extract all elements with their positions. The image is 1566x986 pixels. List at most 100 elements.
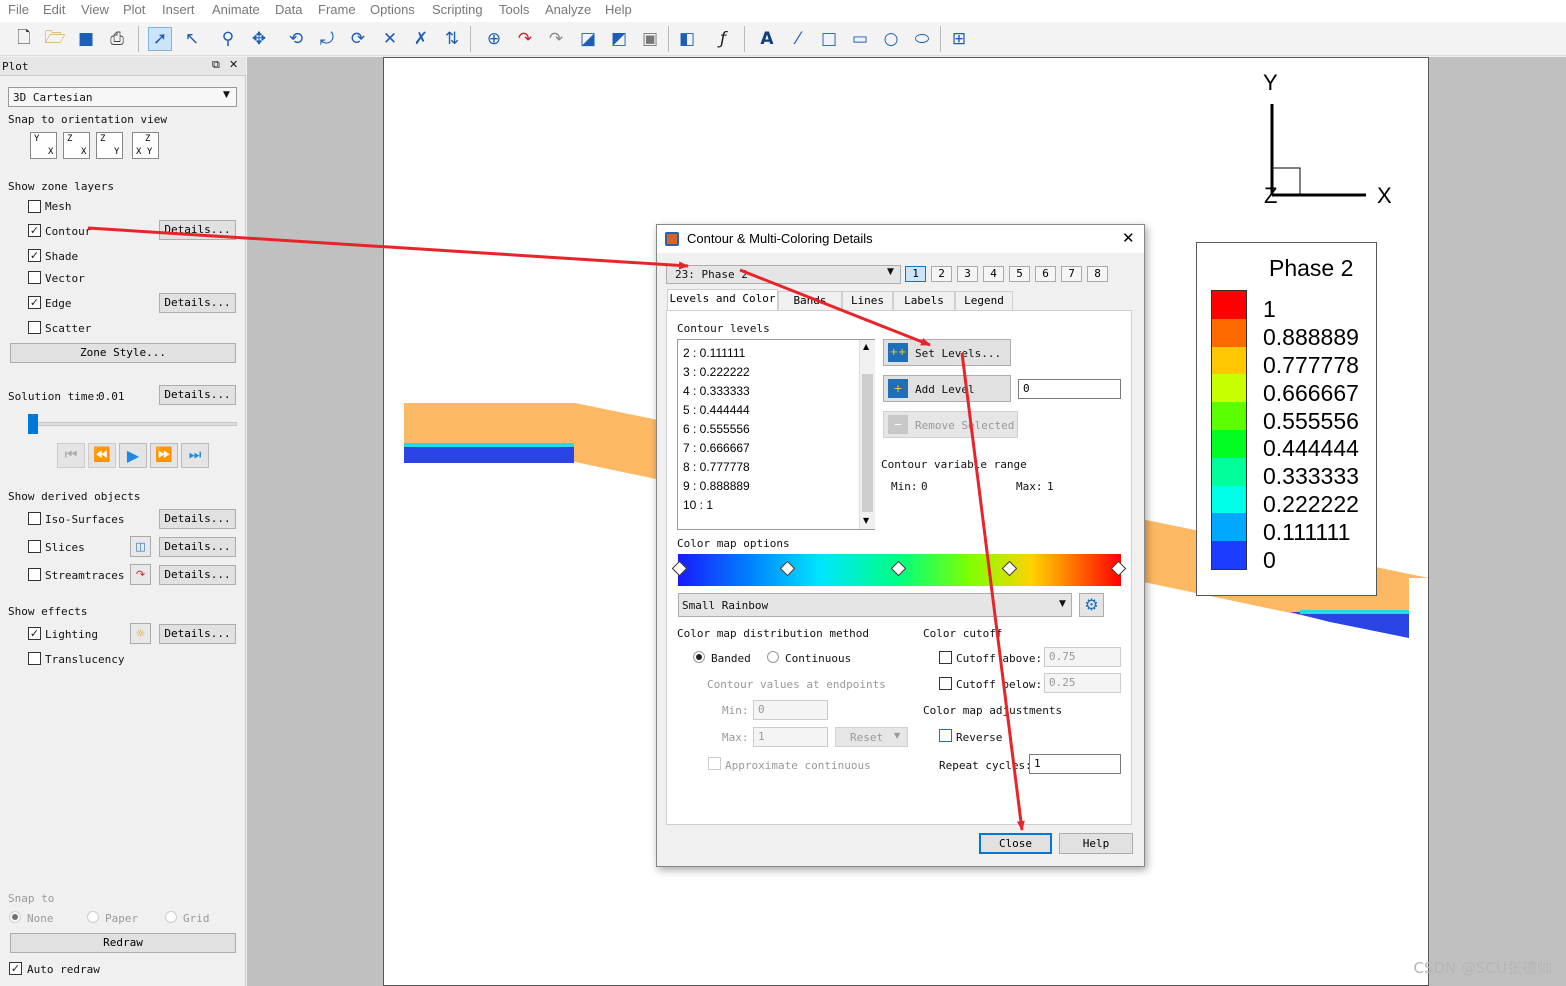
- cutoff-above-label: Cutoff above:: [956, 652, 1043, 665]
- contour-levels-label: Contour levels: [677, 322, 770, 335]
- legend-swatch: [1212, 374, 1246, 403]
- approximate-label: Approximate continuous: [725, 759, 871, 772]
- approximate-checkbox[interactable]: [708, 757, 721, 770]
- low-phase-region: [404, 447, 574, 463]
- x-axis-label: X: [1377, 183, 1392, 208]
- cutoff-below-checkbox[interactable]: [939, 677, 952, 690]
- tab-levels-and-color[interactable]: Levels and Color: [667, 289, 778, 311]
- min-label: Min:: [722, 704, 749, 717]
- group-tab-8[interactable]: 8: [1087, 266, 1108, 282]
- contour-details-dialog: Contour & Multi-Coloring Details ✕ 23: P…: [656, 224, 1145, 867]
- tab-content: Contour levels ▲ ▼ 2 : 0.111111 3 : 0.22…: [666, 310, 1132, 825]
- range-max-value: 1: [1047, 480, 1054, 493]
- continuous-radio[interactable]: [767, 651, 779, 663]
- set-levels-button[interactable]: ++ Set Levels...: [883, 339, 1011, 366]
- legend-label: 0.666667: [1263, 380, 1359, 406]
- color-control-point[interactable]: [779, 560, 796, 577]
- banded-radio[interactable]: [693, 651, 705, 663]
- color-control-point[interactable]: [671, 560, 688, 577]
- add-level-button[interactable]: + Add Level: [883, 375, 1011, 402]
- cutoff-above-input[interactable]: 0.75: [1044, 647, 1121, 667]
- group-tab-5[interactable]: 5: [1009, 266, 1030, 282]
- legend-label: 0.444444: [1263, 435, 1359, 461]
- remove-selected-button[interactable]: − Remove Selected: [883, 411, 1018, 438]
- add-level-label: Add Level: [915, 383, 975, 396]
- legend-swatch: [1212, 457, 1246, 487]
- help-button[interactable]: Help: [1059, 833, 1133, 854]
- legend-label: 0.222222: [1263, 491, 1359, 517]
- close-button[interactable]: Close: [979, 833, 1052, 854]
- group-tab-7[interactable]: 7: [1061, 266, 1082, 282]
- level-item[interactable]: 8 : 0.777778: [683, 458, 750, 477]
- adjustments-label: Color map adjustments: [923, 704, 1063, 717]
- legend-swatch: [1212, 346, 1246, 375]
- color-map-options-label: Color map options: [677, 537, 790, 550]
- legend-swatch: [1212, 291, 1246, 320]
- level-item[interactable]: 7 : 0.666667: [683, 439, 750, 458]
- interface-band: [404, 443, 574, 447]
- color-map-select[interactable]: Small Rainbow ▼: [678, 593, 1072, 617]
- repeat-label: Repeat cycles:: [939, 759, 1032, 772]
- tab-labels[interactable]: Labels: [893, 291, 955, 310]
- tab-bands[interactable]: Bands: [778, 291, 842, 310]
- color-control-point[interactable]: [1110, 560, 1127, 577]
- group-tab-2[interactable]: 2: [931, 266, 952, 282]
- cutoff-above-checkbox[interactable]: [939, 651, 952, 664]
- scroll-down-icon[interactable]: ▼: [863, 516, 869, 525]
- color-control-point[interactable]: [890, 560, 907, 577]
- level-item[interactable]: 6 : 0.555556: [683, 420, 750, 439]
- close-icon[interactable]: ✕: [1122, 229, 1135, 247]
- scrollbar-thumb[interactable]: [862, 374, 873, 512]
- levels-entries: 2 : 0.111111 3 : 0.222222 4 : 0.333333 5…: [683, 344, 750, 515]
- level-item[interactable]: 5 : 0.444444: [683, 401, 750, 420]
- set-levels-label: Set Levels...: [915, 347, 1002, 360]
- dialog-titlebar: Contour & Multi-Coloring Details ✕: [657, 225, 1144, 253]
- max-input[interactable]: 1: [753, 727, 828, 747]
- tab-lines[interactable]: Lines: [842, 291, 893, 310]
- group-tab-4[interactable]: 4: [983, 266, 1004, 282]
- legend-label: 0: [1263, 547, 1276, 573]
- level-item[interactable]: 4 : 0.333333: [683, 382, 750, 401]
- level-item[interactable]: 10 : 1: [683, 496, 750, 515]
- range-label: Contour variable range: [881, 458, 1027, 471]
- reverse-checkbox[interactable]: [939, 729, 952, 742]
- level-item[interactable]: 3 : 0.222222: [683, 363, 750, 382]
- low-phase-region-right: [1290, 612, 1409, 638]
- legend-swatch: [1212, 485, 1246, 514]
- chevron-down-icon: ▼: [894, 731, 901, 740]
- level-item[interactable]: 2 : 0.111111: [683, 344, 750, 363]
- legend-swatch: [1212, 430, 1246, 459]
- reset-button[interactable]: Reset ▼: [835, 727, 908, 747]
- gear-icon[interactable]: ⚙: [1079, 593, 1104, 617]
- remove-selected-label: Remove Selected: [915, 419, 1015, 432]
- tab-legend[interactable]: Legend: [955, 291, 1013, 310]
- group-tab-3[interactable]: 3: [957, 266, 978, 282]
- range-max-label: Max:: [1016, 480, 1043, 493]
- legend-label: 0.888889: [1263, 324, 1359, 350]
- endpoints-label: Contour values at endpoints: [707, 678, 886, 691]
- levels-list[interactable]: ▲ ▼ 2 : 0.111111 3 : 0.222222 4 : 0.3333…: [677, 339, 875, 530]
- group-tab-6[interactable]: 6: [1035, 266, 1056, 282]
- interface-band-right: [1300, 610, 1409, 614]
- banded-label: Banded: [711, 652, 751, 665]
- contour-legend[interactable]: Phase 2 1 0.888889 0.777778 0.666667 0.5…: [1196, 242, 1377, 596]
- z-axis-label: Z: [1264, 183, 1278, 208]
- repeat-input[interactable]: 1: [1029, 754, 1121, 774]
- legend-swatch: [1212, 318, 1246, 348]
- variable-select[interactable]: 23: Phase 2 ▼: [666, 265, 901, 284]
- legend-label: 1: [1263, 296, 1276, 322]
- continuous-label: Continuous: [785, 652, 852, 665]
- levels-scrollbar[interactable]: ▲ ▼: [859, 340, 875, 529]
- legend-swatch: [1212, 513, 1246, 542]
- scroll-up-icon[interactable]: ▲: [863, 342, 869, 351]
- group-tab-1[interactable]: 1: [905, 266, 926, 282]
- level-item[interactable]: 9 : 0.888889: [683, 477, 750, 496]
- range-min-value: 0: [921, 480, 928, 493]
- min-input[interactable]: 0: [753, 700, 828, 720]
- add-level-input[interactable]: 0: [1018, 379, 1121, 399]
- color-map-preview[interactable]: [671, 554, 1127, 586]
- legend-label: 0.777778: [1263, 352, 1359, 378]
- color-control-point[interactable]: [1001, 560, 1018, 577]
- legend-label: 0.333333: [1263, 463, 1359, 489]
- cutoff-below-input[interactable]: 0.25: [1044, 673, 1121, 693]
